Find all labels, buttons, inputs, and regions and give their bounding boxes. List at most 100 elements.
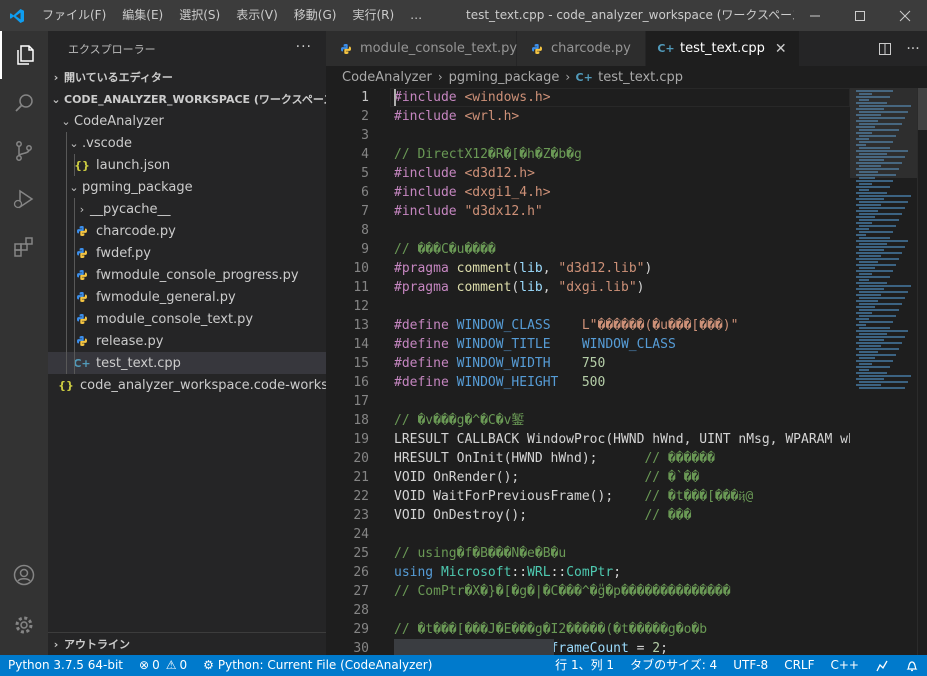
extensions-icon[interactable]: [0, 223, 48, 271]
source-control-icon[interactable]: [0, 127, 48, 175]
code-line[interactable]: 18 // �v���g�^�C�v錾: [326, 411, 927, 430]
minimap-line: [856, 366, 890, 368]
minimap-line: [859, 255, 881, 257]
code-line[interactable]: 12: [326, 297, 927, 316]
run-configuration[interactable]: ⚙ Python: Current File (CodeAnalyzer): [195, 655, 440, 676]
cursor-position[interactable]: 行 1、列 1: [547, 655, 622, 676]
code-line[interactable]: 27 // ComPtr�X�}�[�g�|�C���^�̎g�p��������…: [326, 582, 927, 601]
tree-file[interactable]: {} launch.json: [48, 154, 326, 176]
indent-guide: [74, 220, 75, 242]
tree-folder[interactable]: ⌄ pgming_package: [48, 176, 326, 198]
line-ending[interactable]: CRLF: [776, 655, 822, 676]
scrollbar-thumb[interactable]: [918, 88, 927, 130]
code-line[interactable]: 20 HRESULT OnInit(HWND hWnd); // ������: [326, 449, 927, 468]
tab-test-text-cpp[interactable]: C+ test_text.cpp ✕: [646, 31, 800, 66]
code-line[interactable]: 9 // ���C�u����: [326, 240, 927, 259]
code-line[interactable]: 15 #define WINDOW_WIDTH 750: [326, 354, 927, 373]
tab-charcode-py[interactable]: charcode.py: [517, 31, 646, 66]
code-line[interactable]: 7 #include "d3dx12.h": [326, 202, 927, 221]
code-line[interactable]: 5 #include <d3d12.h>: [326, 164, 927, 183]
tree-file[interactable]: C+ test_text.cpp: [48, 352, 326, 374]
settings-gear-icon[interactable]: [0, 601, 48, 649]
code-line[interactable]: 28: [326, 601, 927, 620]
minimap-line: [856, 336, 905, 338]
code-editor[interactable]: 1 #include <windows.h> 2 #include <wrl.h> 3 4…: [326, 88, 927, 655]
tree-file[interactable]: fwdef.py: [48, 242, 326, 264]
menu-item[interactable]: 移動(G): [286, 0, 345, 31]
minimap-slider[interactable]: [850, 88, 917, 178]
code-line[interactable]: 21 VOID OnRender(); // �`��: [326, 468, 927, 487]
tree-file[interactable]: fwmodule_general.py: [48, 286, 326, 308]
menu-item[interactable]: 編集(E): [114, 0, 171, 31]
tree-file[interactable]: {} code_analyzer_workspace.code-workspace: [48, 374, 326, 396]
language-mode[interactable]: C++: [823, 655, 868, 676]
feedback-icon[interactable]: [867, 659, 897, 673]
more-actions-icon[interactable]: ···: [296, 39, 312, 55]
tree-item-label: release.py: [96, 333, 164, 349]
search-icon[interactable]: [0, 79, 48, 127]
problems-indicator[interactable]: ⊗ 0 ⚠ 0: [131, 655, 195, 676]
menu-item[interactable]: ファイル(F): [34, 0, 114, 31]
explorer-icon[interactable]: [0, 31, 48, 79]
code-line[interactable]: 2 #include <wrl.h>: [326, 107, 927, 126]
code-token: ComPtr: [566, 565, 614, 580]
line-number: 8: [361, 223, 369, 238]
chevron-down-icon: ⌄: [69, 136, 79, 150]
code-token: #pragma: [394, 261, 457, 276]
notifications-bell-icon[interactable]: [897, 659, 927, 673]
maximize-icon[interactable]: [837, 0, 882, 31]
code-line[interactable]: 14 #define WINDOW_TITLE WINDOW_CLASS: [326, 335, 927, 354]
minimize-icon[interactable]: [792, 0, 837, 31]
code-line[interactable]: 19 LRESULT CALLBACK WindowProc(HWND hWnd,…: [326, 430, 927, 449]
code-line[interactable]: 24: [326, 525, 927, 544]
breadcrumb-item[interactable]: pgming_package: [449, 70, 560, 85]
more-actions-icon[interactable]: ···: [899, 31, 927, 66]
tree-file[interactable]: charcode.py: [48, 220, 326, 242]
tree-folder[interactable]: ⌄ CodeAnalyzer: [48, 110, 326, 132]
close-window-icon[interactable]: [882, 0, 927, 31]
outline-section[interactable]: › アウトライン: [48, 632, 326, 655]
code-line[interactable]: 23 VOID OnDestroy(); // ���: [326, 506, 927, 525]
code-line[interactable]: 4 // DirectX12�R�[�h�Z�b�g: [326, 145, 927, 164]
code-line[interactable]: 6 #include <dxgi1_4.h>: [326, 183, 927, 202]
vertical-scrollbar[interactable]: [917, 88, 927, 655]
minimap-line: [856, 252, 902, 254]
line-number: 19: [353, 432, 369, 447]
code-line[interactable]: 17: [326, 392, 927, 411]
workspace-section[interactable]: ⌄ CODE_ANALYZER_WORKSPACE (ワークスペース): [48, 88, 326, 110]
breadcrumb-item[interactable]: test_text.cpp: [598, 70, 683, 85]
breadcrumb-item[interactable]: CodeAnalyzer: [342, 70, 432, 85]
account-icon[interactable]: [0, 551, 48, 599]
menu-item[interactable]: …: [402, 0, 430, 31]
code-line[interactable]: 13 #define WINDOW_CLASS L"������(�u���[��…: [326, 316, 927, 335]
menu-item[interactable]: 実行(R): [344, 0, 402, 31]
code-line[interactable]: 3: [326, 126, 927, 145]
code-line[interactable]: 16 #define WINDOW_HEIGHT 500: [326, 373, 927, 392]
tree-file[interactable]: fwmodule_console_progress.py: [48, 264, 326, 286]
code-line[interactable]: 10 #pragma comment(lib, "d3d12.lib"): [326, 259, 927, 278]
minimap-line: [859, 357, 875, 359]
minimap[interactable]: [850, 88, 917, 655]
split-editor-icon[interactable]: [871, 31, 899, 66]
menu-item[interactable]: 表示(V): [228, 0, 286, 31]
tree-folder[interactable]: ⌄ .vscode: [48, 132, 326, 154]
code-line[interactable]: 29 // �t���[���J�E���g�I2�����(�t�����g�o…: [326, 620, 927, 639]
run-debug-icon[interactable]: [0, 175, 48, 223]
open-editors-section[interactable]: › 開いているエディター: [48, 66, 326, 88]
menu-item[interactable]: 選択(S): [171, 0, 228, 31]
close-tab-icon[interactable]: ✕: [775, 41, 787, 57]
code-token: // �`��: [644, 470, 700, 485]
code-line[interactable]: 11 #pragma comment(lib, "dxgi.lib"): [326, 278, 927, 297]
tab-module-console-text-py[interactable]: module_console_text.py: [326, 31, 517, 66]
tree-file[interactable]: module_console_text.py: [48, 308, 326, 330]
encoding[interactable]: UTF-8: [725, 655, 776, 676]
code-line[interactable]: 22 VOID WaitForPreviousFrame(); // �t���[…: [326, 487, 927, 506]
code-line[interactable]: 26 using Microsoft::WRL::ComPtr;: [326, 563, 927, 582]
code-line[interactable]: 25 // using�f�B���N�e�B�u: [326, 544, 927, 563]
minimap-line: [856, 186, 890, 188]
code-line[interactable]: 8: [326, 221, 927, 240]
python-interpreter[interactable]: Python 3.7.5 64-bit: [0, 655, 131, 676]
indentation[interactable]: タブのサイズ: 4: [622, 655, 725, 676]
tree-file[interactable]: release.py: [48, 330, 326, 352]
tree-folder[interactable]: › __pycache__: [48, 198, 326, 220]
